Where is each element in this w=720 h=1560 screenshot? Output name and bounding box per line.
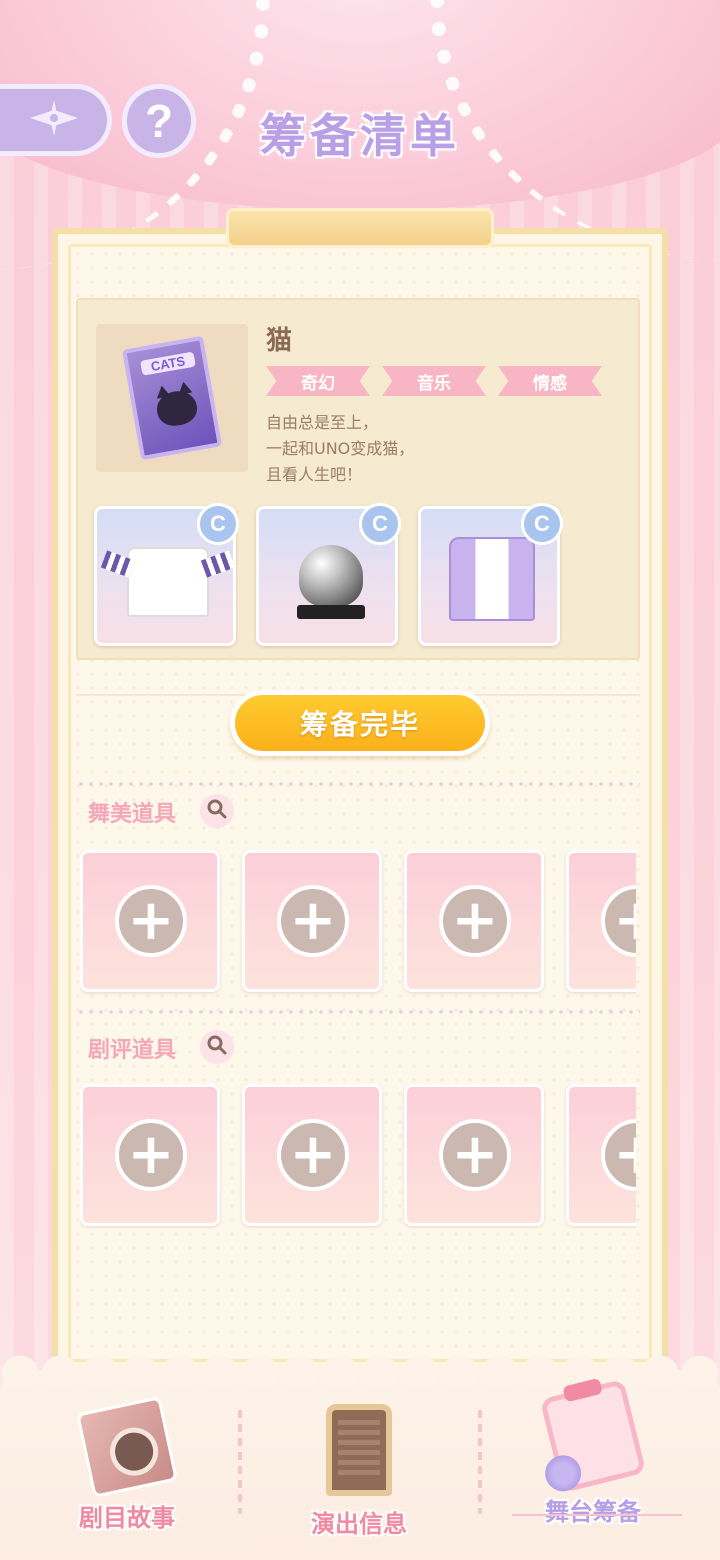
page-title: 筹备清单: [260, 109, 460, 163]
empty-slot[interactable]: +: [242, 850, 382, 992]
cover-label: CATS: [140, 351, 196, 376]
empty-slot[interactable]: +: [404, 1084, 544, 1226]
nav-separator: [238, 1410, 242, 1514]
search-review-props-button[interactable]: [200, 1030, 234, 1064]
cat-face-icon: [154, 388, 200, 429]
nav-label: 剧目故事: [79, 1504, 175, 1532]
tag-list: 奇幻 音乐 情感: [266, 366, 602, 396]
add-icon: +: [601, 885, 636, 957]
add-icon: +: [439, 885, 511, 957]
dotted-separator: [76, 1010, 640, 1014]
nav-item-show-info[interactable]: 演出信息: [264, 1404, 454, 1539]
empty-slot[interactable]: +: [80, 1084, 220, 1226]
empty-slot[interactable]: +: [404, 850, 544, 992]
stage-props-slots: + + + +: [80, 850, 636, 996]
clipboard-icon: [539, 1379, 647, 1493]
purple-jacket-icon: [449, 537, 535, 621]
add-icon: +: [115, 1119, 187, 1191]
cats-book-icon: CATS: [121, 335, 223, 461]
search-stage-props-button[interactable]: [200, 794, 234, 828]
show-name: 猫: [266, 326, 293, 356]
cat-print-tee-icon: [127, 547, 209, 617]
panel-ribbon: [226, 208, 494, 248]
active-tab-indicator: [512, 1514, 682, 1516]
description-line: 且看人生吧！: [266, 465, 363, 484]
nav-item-story[interactable]: 剧目故事: [32, 1395, 222, 1533]
tag-fantasy: 奇幻: [266, 366, 370, 396]
outfit-card-jacket[interactable]: C: [418, 503, 563, 646]
show-description: 自由总是至上， 一起和UNO变成猫， 且看人生吧！: [266, 410, 414, 488]
section-label-stage-props: 舞美道具: [88, 802, 177, 827]
rarity-badge: C: [197, 503, 239, 545]
tag-emotion: 情感: [498, 366, 602, 396]
add-icon: +: [439, 1119, 511, 1191]
confirm-preparation-button[interactable]: 筹备完毕: [230, 690, 490, 756]
magnifier-icon: [206, 1034, 228, 1061]
empty-slot[interactable]: +: [566, 850, 636, 992]
add-icon: +: [115, 885, 187, 957]
add-icon: +: [277, 1119, 349, 1191]
nav-label: 演出信息: [311, 1510, 407, 1538]
nav-label-active: 舞台筹备: [545, 1498, 641, 1526]
magnifier-icon: [206, 798, 228, 825]
empty-slot[interactable]: +: [566, 1084, 636, 1226]
rarity-badge: C: [521, 503, 563, 545]
cat-ear-helmet-icon: [299, 545, 363, 607]
show-cover[interactable]: CATS: [96, 324, 248, 472]
outfit-card-helmet[interactable]: C: [256, 503, 401, 646]
description-line: 自由总是至上，: [266, 413, 379, 432]
dotted-separator: [76, 782, 640, 786]
nav-separator: [478, 1410, 482, 1514]
add-icon: +: [277, 885, 349, 957]
review-props-slots: + + + +: [80, 1084, 636, 1230]
tag-music: 音乐: [382, 366, 486, 396]
add-icon: +: [601, 1119, 636, 1191]
helmet-band: [297, 605, 365, 619]
rarity-badge: C: [359, 503, 401, 545]
storybook-icon: [75, 1395, 179, 1499]
nav-item-stage-prep[interactable]: 舞台筹备: [498, 1379, 688, 1527]
outfit-list: C C C: [94, 503, 563, 646]
description-line: 一起和UNO变成猫，: [266, 439, 415, 458]
section-label-review-props: 剧评道具: [88, 1038, 177, 1063]
outfit-card-tee[interactable]: C: [94, 503, 239, 646]
empty-slot[interactable]: +: [80, 850, 220, 992]
empty-slot[interactable]: +: [242, 1084, 382, 1226]
info-board-icon: [326, 1404, 392, 1496]
